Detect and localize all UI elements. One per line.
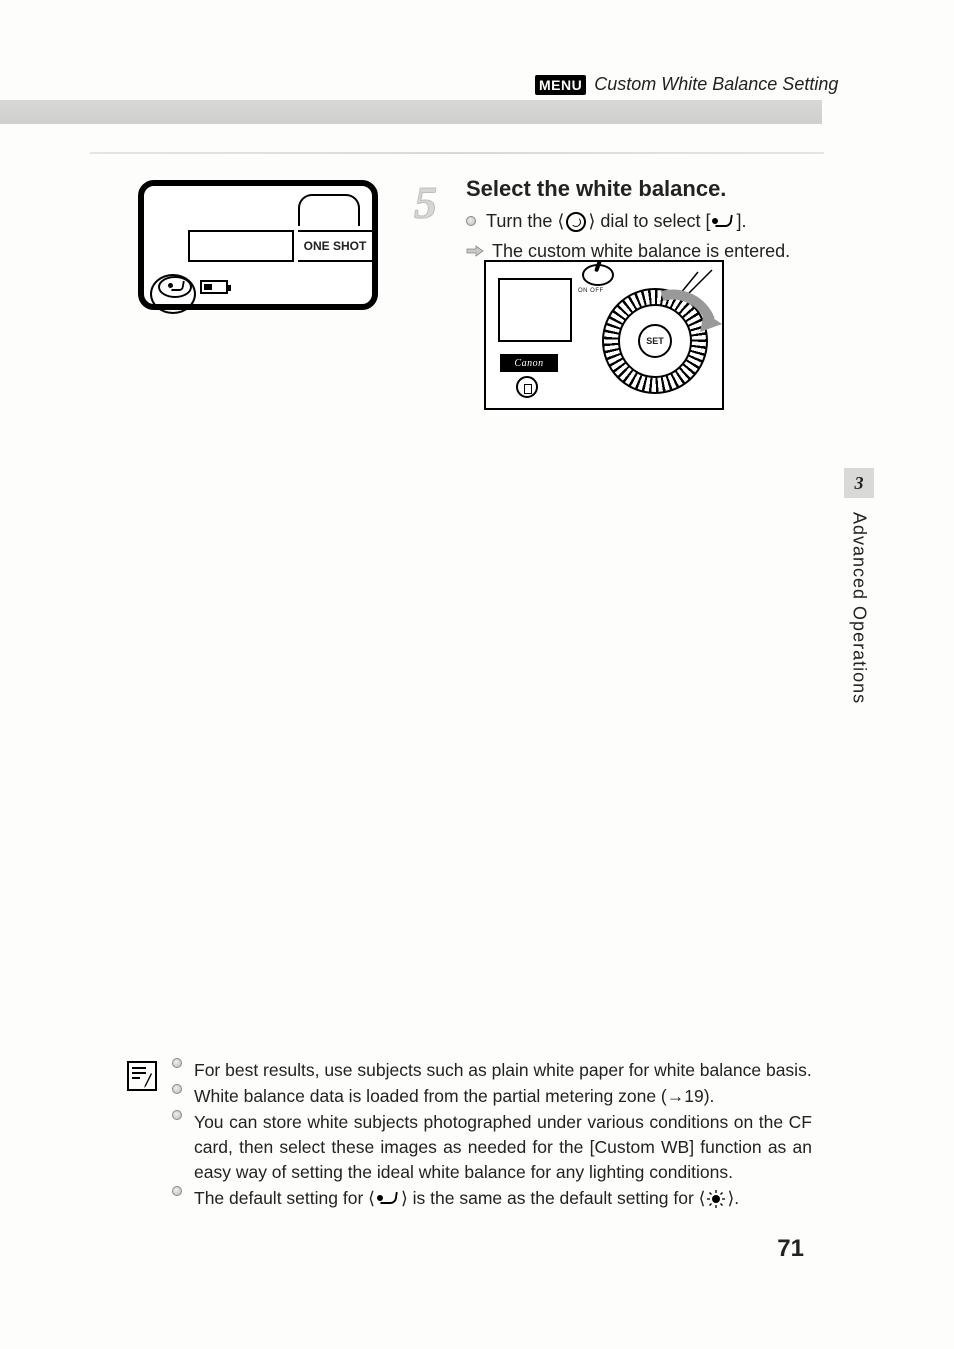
bullet-icon [172,1186,182,1196]
step-number: 5 [414,176,437,229]
result-arrow-icon [466,244,484,258]
chapter-number: 3 [844,468,874,498]
notes-icon [126,1060,158,1092]
note-2: White balance data is loaded from the pa… [194,1084,812,1109]
chapter-side-tab: 3 Advanced Operations [844,468,874,748]
trash-button-icon [516,376,538,398]
custom-wb-inline-icon [377,1192,399,1206]
chapter-label: Advanced Operations [849,512,870,704]
page-header: MENU Custom White Balance Setting [535,74,838,95]
rotation-arrow-icon [654,286,724,336]
note-4: The default setting for ⟨⟩ is the same a… [194,1186,812,1211]
separator-line [90,152,824,154]
header-grey-band [0,100,822,124]
bullet-icon [172,1110,182,1120]
note-3: You can store white subjects photographe… [194,1110,812,1185]
quick-control-dial-icon [566,212,586,232]
battery-icon [200,280,228,294]
camera-brand-label: Canon [500,354,558,372]
camera-back-illustration: Canon ON OFF SET [484,260,724,410]
custom-wb-icon [158,276,192,298]
notes-block: For best results, use subjects such as p… [172,1058,812,1212]
menu-badge-icon: MENU [535,75,586,95]
custom-wb-inline-icon [712,215,734,229]
page-number: 71 [777,1235,804,1263]
bullet-icon [172,1058,182,1068]
manual-page: MENU Custom White Balance Setting ONE SH… [0,0,954,1349]
step-line1-mid: ⟩ dial to select [ [588,211,710,231]
step-line1-pre: Turn the ⟨ [486,211,564,231]
header-title: Custom White Balance Setting [594,74,838,95]
bullet-icon [172,1084,182,1094]
step-instructions: Turn the ⟨⟩ dial to select []. The custo… [466,206,826,266]
on-off-label: ON OFF [578,288,604,294]
step-title: Select the white balance. [466,176,726,202]
lcd-panel-illustration: ONE SHOT [138,180,378,310]
power-switch-icon [582,264,614,286]
bullet-icon [466,216,476,226]
step-line1-post: ]. [736,211,746,231]
quick-control-dial-illustration: SET [602,288,708,394]
daylight-wb-icon [707,1190,725,1208]
lcd-one-shot-label: ONE SHOT [298,230,374,262]
note-1: For best results, use subjects such as p… [194,1058,812,1083]
